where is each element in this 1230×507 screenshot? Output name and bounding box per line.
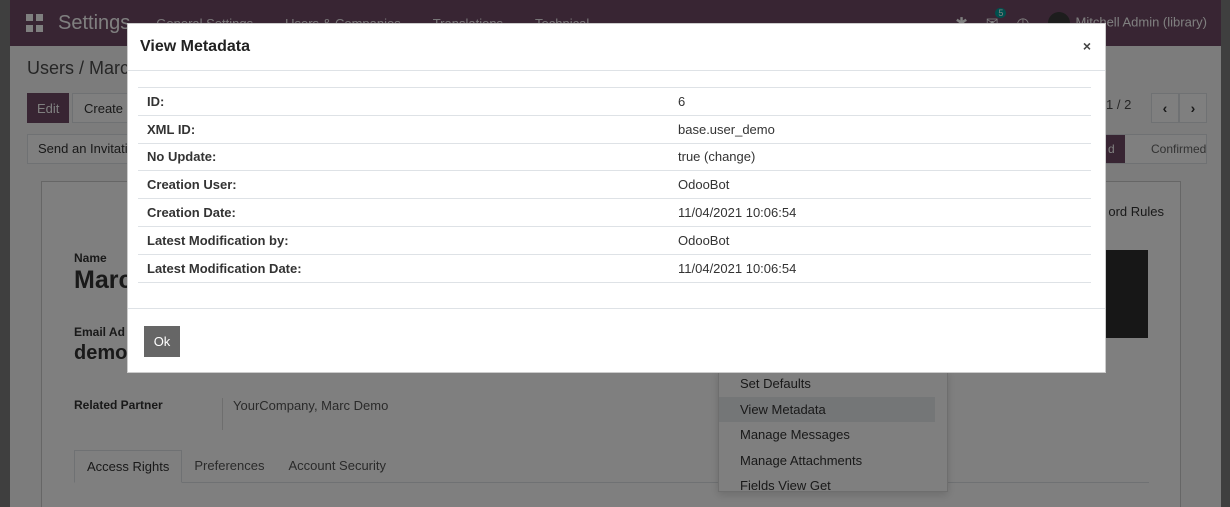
- ok-button[interactable]: Ok: [144, 326, 180, 357]
- metadata-key: XML ID:: [138, 114, 669, 144]
- metadata-key: ID:: [138, 87, 669, 116]
- table-row: XML ID: base.user_demo: [138, 114, 1091, 144]
- view-metadata-dialog: View Metadata × ID: 6 XML ID: base.user_de…: [127, 23, 1106, 373]
- no-update-change-link[interactable]: true (change): [669, 142, 1091, 171]
- metadata-value: base.user_demo: [669, 114, 1091, 144]
- metadata-value: OdooBot: [669, 225, 1091, 255]
- modal-header: View Metadata ×: [128, 24, 1105, 71]
- metadata-value: 11/04/2021 10:06:54: [669, 198, 1091, 227]
- table-row: ID: 6: [138, 87, 1091, 116]
- metadata-key: Creation User:: [138, 170, 669, 199]
- table-row: Creation User: OdooBot: [138, 170, 1091, 199]
- table-row: Creation Date: 11/04/2021 10:06:54: [138, 198, 1091, 227]
- modal-title: View Metadata: [140, 38, 250, 55]
- metadata-table: ID: 6 XML ID: base.user_demo No Update: tru…: [138, 87, 1091, 283]
- metadata-key: Creation Date:: [138, 198, 669, 227]
- metadata-value: 11/04/2021 10:06:54: [669, 253, 1091, 283]
- metadata-key: Latest Modification by:: [138, 225, 669, 255]
- metadata-key: Latest Modification Date:: [138, 253, 669, 283]
- table-row: Latest Modification by: OdooBot: [138, 225, 1091, 255]
- metadata-key: No Update:: [138, 142, 669, 171]
- close-icon[interactable]: ×: [1083, 38, 1091, 54]
- table-row: No Update: true (change): [138, 142, 1091, 171]
- metadata-value: 6: [669, 87, 1091, 116]
- modal-body: ID: 6 XML ID: base.user_demo No Update: tru…: [128, 71, 1105, 309]
- table-row: Latest Modification Date: 11/04/2021 10:0…: [138, 253, 1091, 283]
- metadata-value: OdooBot: [669, 170, 1091, 199]
